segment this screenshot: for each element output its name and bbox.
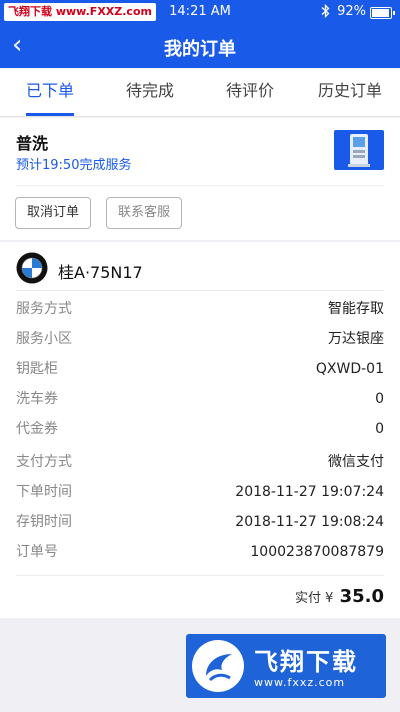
page-title: 我的订单	[164, 39, 236, 60]
order-tabs: 已下单 待完成 待评价 历史订单	[0, 68, 400, 117]
detail-row: 下单时间 2018-11-27 19:07:24	[16, 477, 384, 507]
detail-row: 存钥时间 2018-11-27 19:08:24	[16, 507, 384, 537]
watermark-logo-icon	[192, 640, 244, 692]
bluetooth-icon	[321, 3, 330, 21]
detail-row: 支付方式 微信支付	[16, 447, 384, 477]
divider	[16, 290, 384, 291]
detail-value: 万达银座	[328, 331, 384, 347]
detail-row: 钥匙柜 QXWD-01	[16, 354, 384, 384]
order-header-card: 普洗 预计19:50完成服务 取消订单 联系客服	[0, 118, 400, 240]
tab-pending[interactable]: 待完成	[100, 68, 200, 116]
divider	[16, 185, 384, 186]
battery-icon	[370, 7, 395, 19]
detail-value: 0	[375, 421, 384, 437]
divider	[16, 575, 384, 576]
detail-value: 微信支付	[328, 454, 384, 470]
detail-row: 服务方式 智能存取	[16, 294, 384, 324]
contact-support-button[interactable]: 联系客服	[106, 197, 183, 229]
total-label: 实付	[295, 591, 322, 606]
detail-row: 代金券 0	[16, 414, 384, 444]
detail-label: 存钥时间	[16, 514, 72, 530]
detail-value: 0	[375, 391, 384, 407]
service-name: 普洗	[16, 134, 49, 153]
detail-value: QXWD-01	[315, 361, 384, 377]
order-details-card: 桂A·75N17 服务方式 智能存取 服务小区 万达银座 钥匙柜 QXWD-01…	[0, 242, 400, 618]
kiosk-icon	[334, 130, 384, 170]
detail-row: 洗车券 0	[16, 384, 384, 414]
tab-to-review[interactable]: 待评价	[200, 68, 300, 116]
watermark-site: www.fxxz.com	[254, 676, 346, 689]
detail-label: 支付方式	[16, 454, 72, 470]
total-amount: 35.0	[339, 586, 384, 607]
detail-value: 2018-11-27 19:08:24	[235, 514, 384, 530]
detail-label: 洗车券	[16, 391, 58, 407]
tab-placed[interactable]: 已下单	[0, 68, 100, 116]
detail-row: 服务小区 万达银座	[16, 324, 384, 354]
tab-history[interactable]: 历史订单	[300, 68, 400, 116]
watermark-logo: 飞翔下载 www.fxxz.com	[186, 634, 386, 698]
battery-fill	[372, 9, 389, 17]
detail-value: 100023870087879	[250, 544, 384, 560]
detail-label: 服务方式	[16, 301, 72, 317]
status-bar: 飞翔下载 www.FXXZ.com 14:21 AM 92%	[0, 0, 400, 24]
detail-label: 钥匙柜	[16, 361, 58, 377]
currency-symbol: ¥	[325, 591, 334, 606]
estimated-completion: 预计19:50完成服务	[16, 158, 132, 173]
detail-value: 智能存取	[328, 301, 384, 317]
bmw-logo-icon	[16, 252, 48, 288]
nav-bar: ‹ 我的订单	[0, 24, 400, 68]
detail-value: 2018-11-27 19:07:24	[235, 484, 384, 500]
detail-label: 下单时间	[16, 484, 72, 500]
detail-label: 订单号	[16, 544, 58, 560]
watermark-brand: 飞翔下载	[254, 648, 358, 676]
detail-row: 订单号 100023870087879	[16, 537, 384, 567]
detail-label: 服务小区	[16, 331, 72, 347]
total-paid: 实付 ¥ 35.0	[295, 586, 384, 607]
battery-percent: 92%	[337, 4, 366, 19]
cancel-order-button[interactable]: 取消订单	[15, 197, 92, 229]
license-plate: 桂A·75N17	[58, 263, 143, 282]
detail-label: 代金券	[16, 421, 58, 437]
